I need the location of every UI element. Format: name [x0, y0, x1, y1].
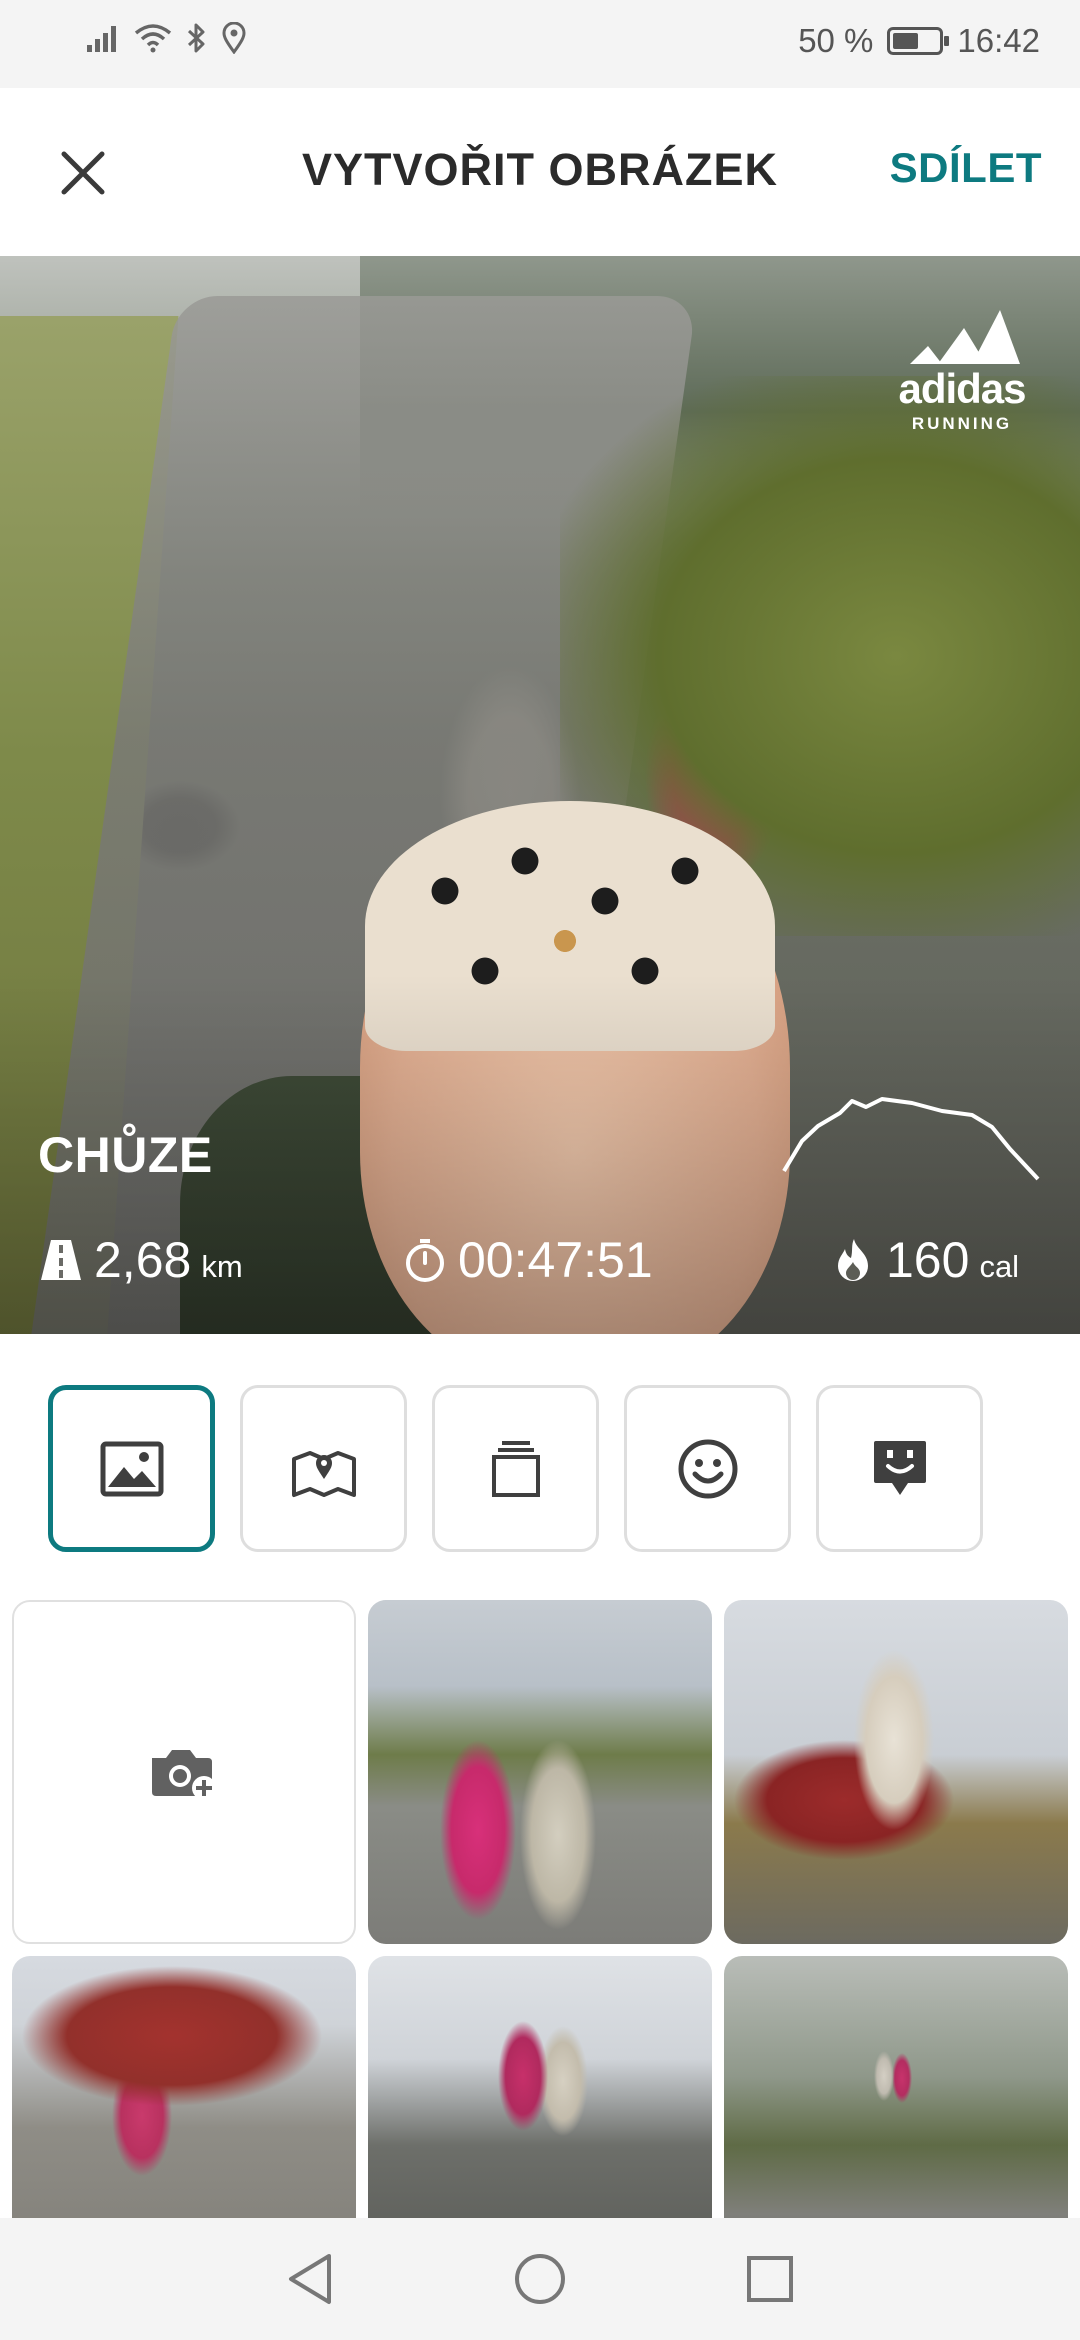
duration-stat: 00:47:51 — [402, 1231, 653, 1289]
tool-emoji-stickers[interactable] — [816, 1385, 983, 1552]
activity-stats: 2,68 km 00:47:51 160 cal — [0, 1231, 1080, 1311]
gallery-photo[interactable] — [724, 1600, 1068, 1944]
gallery-photo[interactable] — [368, 1600, 712, 1944]
status-info-right: 50 % 16:42 — [798, 22, 1040, 60]
gallery-photo[interactable] — [724, 1956, 1068, 2220]
wifi-icon — [134, 24, 172, 53]
app-header: VYTVOŘIT OBRÁZEK SDÍLET — [0, 88, 1080, 256]
recents-icon — [747, 2256, 793, 2302]
map-icon — [291, 1450, 356, 1497]
clock: 16:42 — [957, 22, 1040, 59]
bluetooth-icon — [187, 23, 205, 53]
status-bar: 50 % 16:42 — [0, 0, 1080, 88]
recents-button[interactable] — [740, 2249, 800, 2309]
tool-layout[interactable] — [432, 1385, 599, 1552]
camera-add-icon — [152, 1750, 216, 1800]
tool-background-photo[interactable] — [48, 1385, 215, 1552]
home-button[interactable] — [510, 2249, 570, 2309]
distance-unit: km — [201, 1249, 243, 1284]
location-icon — [222, 22, 246, 54]
home-icon — [515, 2254, 565, 2304]
road-icon — [41, 1240, 81, 1280]
sticker-icon — [873, 1440, 926, 1495]
back-button[interactable] — [280, 2249, 340, 2309]
duration-value: 00:47:51 — [458, 1232, 653, 1288]
editor-tools — [48, 1385, 983, 1552]
tool-stickers[interactable] — [624, 1385, 791, 1552]
calories-value: 160 — [886, 1232, 970, 1288]
distance-stat: 2,68 km — [38, 1231, 243, 1289]
brand-sub: RUNNING — [911, 414, 1013, 433]
gallery-photo[interactable] — [368, 1956, 712, 2220]
back-icon — [289, 2254, 331, 2304]
signal-icon — [87, 26, 116, 52]
stopwatch-icon — [406, 1239, 444, 1282]
share-button[interactable]: SDÍLET — [890, 144, 1042, 192]
battery-icon — [887, 27, 950, 55]
adidas-running-logo: adidas RUNNING — [882, 296, 1042, 434]
photo-gallery — [12, 1600, 1068, 2220]
preview-image: adidas RUNNING CHŮZE 2,68 km 00:47:51 16… — [0, 256, 1080, 1334]
status-icons-left — [86, 22, 246, 54]
smiley-icon — [678, 1439, 737, 1498]
tool-map[interactable] — [240, 1385, 407, 1552]
add-photo-button[interactable] — [12, 1600, 356, 1944]
battery-level — [893, 33, 919, 49]
gallery-photo[interactable] — [12, 1956, 356, 2220]
adidas-stripes-logo — [910, 310, 1020, 364]
elevation-profile — [782, 1097, 1040, 1181]
system-navigation-bar — [0, 2218, 1080, 2340]
calories-stat: 160 cal — [830, 1231, 1019, 1289]
layers-icon — [491, 1440, 540, 1497]
activity-title: CHŮZE — [38, 1127, 213, 1183]
brand-name: adidas — [898, 365, 1026, 412]
distance-value: 2,68 — [94, 1232, 192, 1288]
image-icon — [100, 1441, 163, 1496]
battery-percent: 50 % — [798, 22, 874, 59]
calories-unit: cal — [979, 1249, 1020, 1284]
flame-icon — [838, 1239, 868, 1281]
